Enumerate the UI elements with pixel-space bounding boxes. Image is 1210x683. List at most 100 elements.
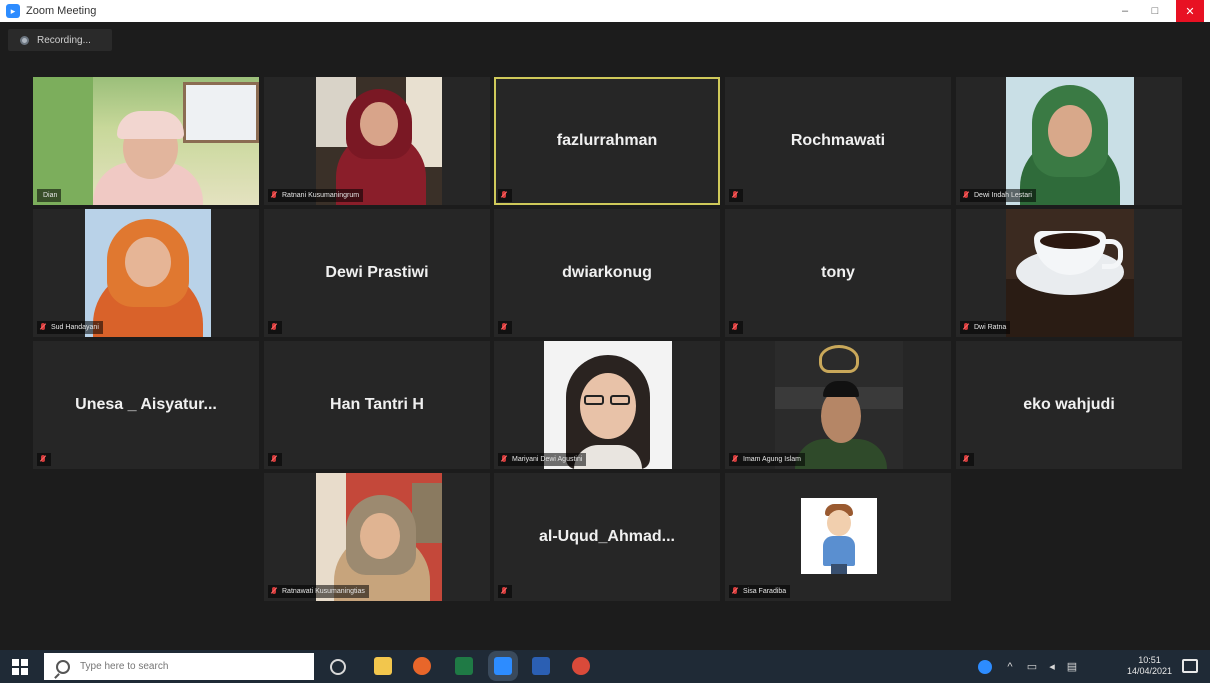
participant-name-11: Han Tantri H [330, 396, 424, 413]
firefox-icon[interactable] [413, 657, 431, 675]
participant-video-1 [316, 77, 442, 205]
participant-tile-8[interactable]: tony [725, 209, 951, 337]
participant-nameplate-4: Dewi Indah Lestari [960, 189, 1036, 202]
task-view-icon[interactable] [330, 659, 346, 675]
participant-video-12 [544, 341, 672, 469]
participant-tile-13[interactable]: Imam Agung Islam [725, 341, 951, 469]
participant-label-9: Dwi Ratna [974, 324, 1007, 331]
participant-nameplate-12: Mariyani Dewi Agustini [498, 453, 587, 466]
clock-time: 10:51 [1138, 655, 1161, 665]
chrome-icon[interactable] [572, 657, 590, 675]
recording-icon [20, 35, 29, 45]
participant-tile-11[interactable]: Han Tantri H [264, 341, 490, 469]
muted-mic-icon [270, 455, 278, 464]
participant-video-0 [33, 77, 259, 205]
search-icon [56, 659, 70, 674]
participant-tile-5[interactable]: Sud Handayani [33, 209, 259, 337]
muted-mic-icon [731, 455, 739, 464]
file-explorer-icon[interactable] [374, 657, 392, 675]
participant-tile-1[interactable]: Ratnani Kusumaningrum [264, 77, 490, 205]
participant-nameplate-1: Ratnani Kusumaningrum [268, 189, 364, 202]
word-icon[interactable] [532, 657, 550, 675]
participant-label-13: Imam Agung Islam [743, 456, 801, 463]
participant-nameplate-7 [498, 321, 512, 334]
window-title-bar: ▸ Zoom Meeting – □ ✕ [0, 0, 1210, 22]
taskbar-clock[interactable]: 10:51 14/04/2021 [1127, 655, 1172, 677]
excel-icon[interactable] [455, 657, 473, 675]
participant-nameplate-17: Sisa Faradiba [729, 585, 791, 598]
participant-tile-10[interactable]: Unesa _ Aisyatur... [33, 341, 259, 469]
muted-mic-icon [731, 587, 739, 596]
clock-date: 14/04/2021 [1126, 666, 1172, 676]
taskbar-search-input[interactable] [78, 660, 302, 673]
participant-tile-15[interactable]: Ratnawati Kusumaningtias [264, 473, 490, 601]
participant-tile-16[interactable]: al-Uqud_Ahmad... [494, 473, 720, 601]
zoom-tray-icon[interactable] [975, 650, 995, 683]
muted-mic-icon [500, 323, 508, 332]
participant-nameplate-6 [268, 321, 282, 334]
participant-name-6: Dewi Prastiwi [325, 264, 429, 281]
participant-name-10: Unesa _ Aisyatur... [75, 396, 217, 413]
participant-nameplate-10 [37, 453, 51, 466]
network-icon[interactable]: ▭ [1024, 650, 1040, 683]
notifications-icon[interactable] [1182, 659, 1198, 673]
recording-indicator[interactable]: Recording... [8, 29, 112, 51]
participant-tile-7[interactable]: dwiarkonug [494, 209, 720, 337]
recording-label: Recording... [37, 34, 91, 46]
minimize-button[interactable]: – [1110, 0, 1140, 22]
participant-nameplate-5: Sud Handayani [37, 321, 103, 334]
participant-tile-6[interactable]: Dewi Prastiwi [264, 209, 490, 337]
participant-video-5 [85, 209, 211, 337]
muted-mic-icon [962, 191, 970, 200]
muted-mic-icon [962, 455, 970, 464]
muted-mic-icon [962, 323, 970, 332]
participant-tile-0[interactable]: Dian [33, 77, 259, 205]
chevron-up-icon[interactable]: ^ [1002, 650, 1018, 683]
zoom-icon[interactable] [494, 657, 512, 675]
participant-nameplate-13: Imam Agung Islam [729, 453, 805, 466]
participant-tile-9[interactable]: Dwi Ratna [956, 209, 1182, 337]
muted-mic-icon [39, 455, 47, 464]
muted-mic-icon [731, 323, 739, 332]
muted-mic-icon [39, 323, 47, 332]
muted-mic-icon [270, 587, 278, 596]
participant-tile-17[interactable]: Sisa Faradiba [725, 473, 951, 601]
participant-tile-3[interactable]: Rochmawati [725, 77, 951, 205]
participant-nameplate-9: Dwi Ratna [960, 321, 1011, 334]
participant-video-13 [775, 341, 903, 469]
participant-nameplate-14 [960, 453, 974, 466]
participant-label-1: Ratnani Kusumaningrum [282, 192, 360, 199]
windows-start-icon[interactable] [12, 659, 28, 675]
participant-tile-4[interactable]: Dewi Indah Lestari [956, 77, 1182, 205]
participant-name-8: tony [821, 264, 855, 281]
participant-name-7: dwiarkonug [562, 264, 652, 281]
muted-mic-icon [500, 587, 508, 596]
participant-tile-12[interactable]: Mariyani Dewi Agustini [494, 341, 720, 469]
participant-tile-2[interactable]: fazlurrahman [494, 77, 720, 205]
volume-icon[interactable]: ◂ [1044, 650, 1060, 683]
muted-mic-icon [500, 455, 508, 464]
close-button[interactable]: ✕ [1176, 0, 1204, 22]
participant-video-17 [801, 498, 877, 574]
participant-label-12: Mariyani Dewi Agustini [512, 456, 583, 463]
participant-nameplate-11 [268, 453, 282, 466]
taskbar-search-box[interactable] [44, 653, 314, 680]
maximize-button[interactable]: □ [1140, 0, 1170, 22]
participant-name-3: Rochmawati [790, 132, 886, 149]
windows-taskbar: ^ ▭ ◂ ▤ 10:51 14/04/2021 [0, 650, 1210, 683]
participant-nameplate-16 [498, 585, 512, 598]
muted-mic-icon [500, 191, 508, 200]
keyboard-icon[interactable]: ▤ [1064, 650, 1080, 683]
participant-video-4 [1006, 77, 1134, 205]
window-title: Zoom Meeting [26, 5, 97, 17]
participant-nameplate-2 [498, 189, 512, 202]
participant-label-15: Ratnawati Kusumaningtias [282, 588, 365, 595]
participant-label-5: Sud Handayani [51, 324, 99, 331]
participant-nameplate-0: Dian [37, 189, 62, 202]
zoom-app-icon: ▸ [6, 4, 20, 18]
participant-label-0: Dian [43, 192, 58, 199]
participant-video-9 [1006, 209, 1134, 337]
participant-label-17: Sisa Faradiba [743, 588, 787, 595]
participant-tile-14[interactable]: eko wahjudi [956, 341, 1182, 469]
participant-name-16: al-Uqud_Ahmad... [538, 528, 675, 545]
